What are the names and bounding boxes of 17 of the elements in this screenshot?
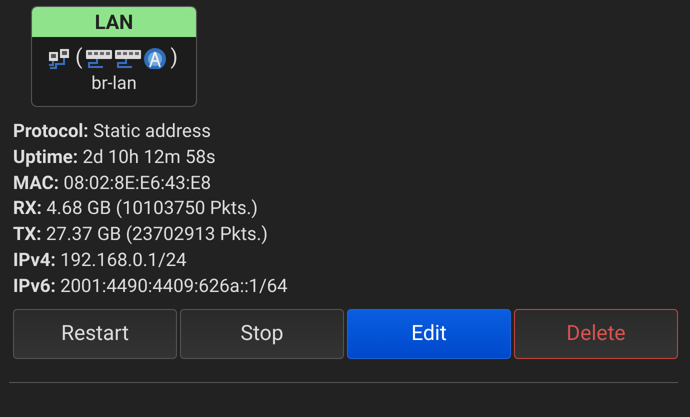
network-switch-icon <box>114 47 142 69</box>
action-button[interactable]: Edit <box>347 308 511 359</box>
parenthesis: ( <box>74 46 84 70</box>
interface-title: LAN <box>32 7 196 37</box>
action-button[interactable]: Stop <box>180 308 344 359</box>
detail-line: MAC: 08:02:8E:E6:43:E8 <box>13 170 212 196</box>
detail-line: Uptime: 2d 10h 12m 58s <box>13 144 217 170</box>
detail-line: IPv6: 2001:4490:4409:626a::1/64 <box>13 274 289 299</box>
detail-line: RX: 4.68 GB (10103750 Pkts.) <box>13 196 259 222</box>
detail-line: IPv4: 192.168.0.1/24 <box>13 248 188 273</box>
network-switch-icon <box>85 47 114 69</box>
action-button[interactable]: Restart <box>13 308 177 359</box>
detail-line: TX: 27.37 GB (23702913 Pkts.) <box>13 222 269 248</box>
antenna-tower-icon <box>143 47 168 69</box>
device-name: br-lan <box>90 73 138 94</box>
detail-line: Protocol: Static address <box>13 119 212 144</box>
parenthesis: ) <box>169 46 179 70</box>
